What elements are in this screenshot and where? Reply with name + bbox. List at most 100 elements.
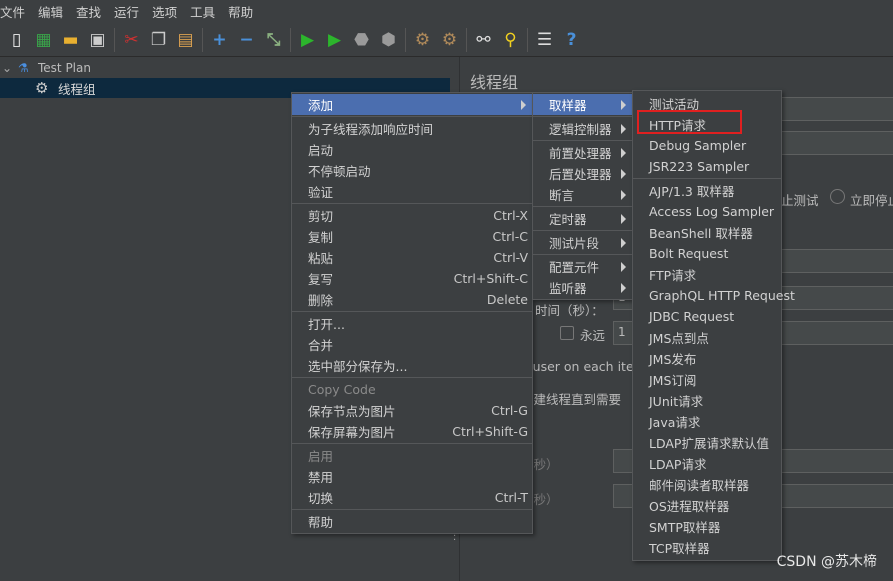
clear-all-button[interactable]: ⚙ (439, 29, 461, 51)
menu-separator (292, 377, 532, 378)
cut-button[interactable]: ✂ (121, 29, 143, 51)
menu-item-label: 复制 (308, 230, 334, 245)
menu-4[interactable]: 选项 (152, 2, 183, 21)
start-no-pause-button[interactable]: ▶ (324, 29, 346, 51)
menu-separator (633, 178, 781, 179)
collapse-button[interactable]: − (236, 29, 258, 51)
stop-button[interactable]: ⬣ (351, 29, 373, 51)
chevron-right-icon (621, 99, 626, 110)
menu-item[interactable]: 前置处理器 (533, 142, 632, 163)
menu-item[interactable]: Debug Sampler (633, 135, 781, 156)
menu-item[interactable]: 监听器 (533, 277, 632, 298)
expand-button[interactable]: + (209, 29, 231, 51)
menu-item-label: JMS订阅 (649, 373, 697, 388)
menu-item[interactable]: FTP请求 (633, 264, 781, 285)
start-button[interactable]: ▶ (297, 29, 319, 51)
open-button[interactable]: ▬ (60, 29, 82, 51)
templates-icon: ▦ (35, 29, 52, 50)
menu-item[interactable]: 合并 (292, 334, 532, 355)
menu-2[interactable]: 查找 (76, 2, 107, 21)
menu-item-label: 保存节点为图片 (308, 404, 396, 419)
menu-0[interactable]: 文件 (0, 2, 31, 21)
menu-item[interactable]: 配置元件 (533, 256, 632, 277)
menu-item[interactable]: 复制 Ctrl-C (292, 226, 532, 247)
menu-item[interactable]: JMS订阅 (633, 369, 781, 390)
menu-item[interactable]: 取样器 (533, 94, 632, 115)
menu-item[interactable]: 切换 Ctrl-T (292, 487, 532, 508)
expand-icon: + (212, 29, 227, 50)
menu-item[interactable]: 断言 (533, 184, 632, 205)
menu-item[interactable]: 保存屏幕为图片 Ctrl+Shift-G (292, 421, 532, 442)
new-icon: ▯ (11, 29, 22, 50)
menu-item[interactable]: LDAP请求 (633, 453, 781, 474)
menu-item[interactable]: 启动 (292, 139, 532, 160)
menu-item[interactable]: 打开... (292, 313, 532, 334)
menu-item[interactable]: 后置处理器 (533, 163, 632, 184)
menu-item[interactable]: Bolt Request (633, 243, 781, 264)
menu-item[interactable]: 选中部分保存为... (292, 355, 532, 376)
menu-item[interactable]: GraphQL HTTP Request (633, 285, 795, 306)
chevron-right-icon (521, 99, 526, 110)
menu-item[interactable]: AJP/1.3 取样器 (633, 180, 781, 201)
function-helper-button[interactable]: ☰ (534, 29, 556, 51)
menu-item[interactable]: 不停顿启动 (292, 160, 532, 181)
menu-item[interactable]: 启用 (292, 445, 532, 466)
menu-item-label: JUnit请求 (649, 394, 704, 409)
help-button[interactable]: ? (561, 29, 583, 51)
menu-item[interactable]: SMTP取样器 (633, 516, 781, 537)
copy-button[interactable]: ❐ (148, 29, 170, 51)
menu-item[interactable]: Copy Code (292, 379, 532, 400)
menu-item[interactable]: TCP取样器 (633, 537, 781, 558)
chevron-down-icon[interactable]: ⌄ (2, 61, 14, 75)
menu-item[interactable]: OS进程取样器 (633, 495, 781, 516)
menu-item[interactable]: 测试片段 (533, 232, 632, 253)
menu-item[interactable]: 粘贴 Ctrl-V (292, 247, 532, 268)
tree-node-test-plan[interactable]: ⌄ ⚗ Test Plan (0, 58, 450, 78)
menu-item[interactable]: 逻辑控制器 (533, 118, 632, 139)
menu-item[interactable]: 定时器 (533, 208, 632, 229)
menu-item[interactable]: LDAP扩展请求默认值 (633, 432, 781, 453)
shortcut-label: Ctrl-T (494, 490, 528, 505)
start-icon: ▶ (300, 29, 315, 50)
menu-item[interactable]: BeanShell 取样器 (633, 222, 781, 243)
menu-item[interactable]: 复写 Ctrl+Shift-C (292, 268, 532, 289)
menu-6[interactable]: 帮助 (228, 2, 259, 21)
menu-item[interactable]: 添加 (292, 94, 532, 115)
comment-field[interactable] (781, 131, 893, 155)
templates-button[interactable]: ▦ (33, 29, 55, 51)
menu-item-label: 帮助 (308, 515, 334, 530)
menu-item[interactable]: JSR223 Sampler (633, 156, 781, 177)
menu-item[interactable]: 邮件阅读者取样器 (633, 474, 781, 495)
stop-icon: ⬣ (354, 29, 369, 50)
menu-item[interactable]: 剪切 Ctrl-X (292, 205, 532, 226)
menu-item[interactable]: JUnit请求 (633, 390, 781, 411)
menu-item[interactable]: JMS发布 (633, 348, 781, 369)
menu-3[interactable]: 运行 (114, 2, 145, 21)
menu-item[interactable]: Java请求 (633, 411, 781, 432)
threads-field[interactable] (781, 249, 893, 273)
menu-item[interactable]: Access Log Sampler (633, 201, 781, 222)
menu-item[interactable]: 为子线程添加响应时间 (292, 118, 532, 139)
search-button[interactable]: ⚯ (473, 29, 495, 51)
stop-now-radio[interactable] (830, 189, 845, 204)
menu-item[interactable]: JMS点到点 (633, 327, 781, 348)
menu-item[interactable]: JDBC Request (633, 306, 781, 327)
save-icon: ▣ (89, 29, 106, 50)
menu-item[interactable]: 帮助 (292, 511, 532, 532)
menu-1[interactable]: 编辑 (38, 2, 69, 21)
paste-button[interactable]: ▤ (175, 29, 197, 51)
menu-5[interactable]: 工具 (190, 2, 221, 21)
forever-checkbox[interactable] (560, 326, 574, 340)
menu-item-label: BeanShell 取样器 (649, 226, 753, 241)
menu-item[interactable]: 禁用 (292, 466, 532, 487)
name-field[interactable] (781, 97, 893, 121)
toggle-button[interactable]: ⤡ (263, 29, 285, 51)
save-button[interactable]: ▣ (87, 29, 109, 51)
new-button[interactable]: ▯ (6, 29, 28, 51)
reset-search-button[interactable]: ⚲ (500, 29, 522, 51)
menu-item[interactable]: 删除 Delete (292, 289, 532, 310)
clear-button[interactable]: ⚙ (412, 29, 434, 51)
shutdown-button[interactable]: ⬢ (378, 29, 400, 51)
menu-item[interactable]: 保存节点为图片 Ctrl-G (292, 400, 532, 421)
menu-item[interactable]: 验证 (292, 181, 532, 202)
